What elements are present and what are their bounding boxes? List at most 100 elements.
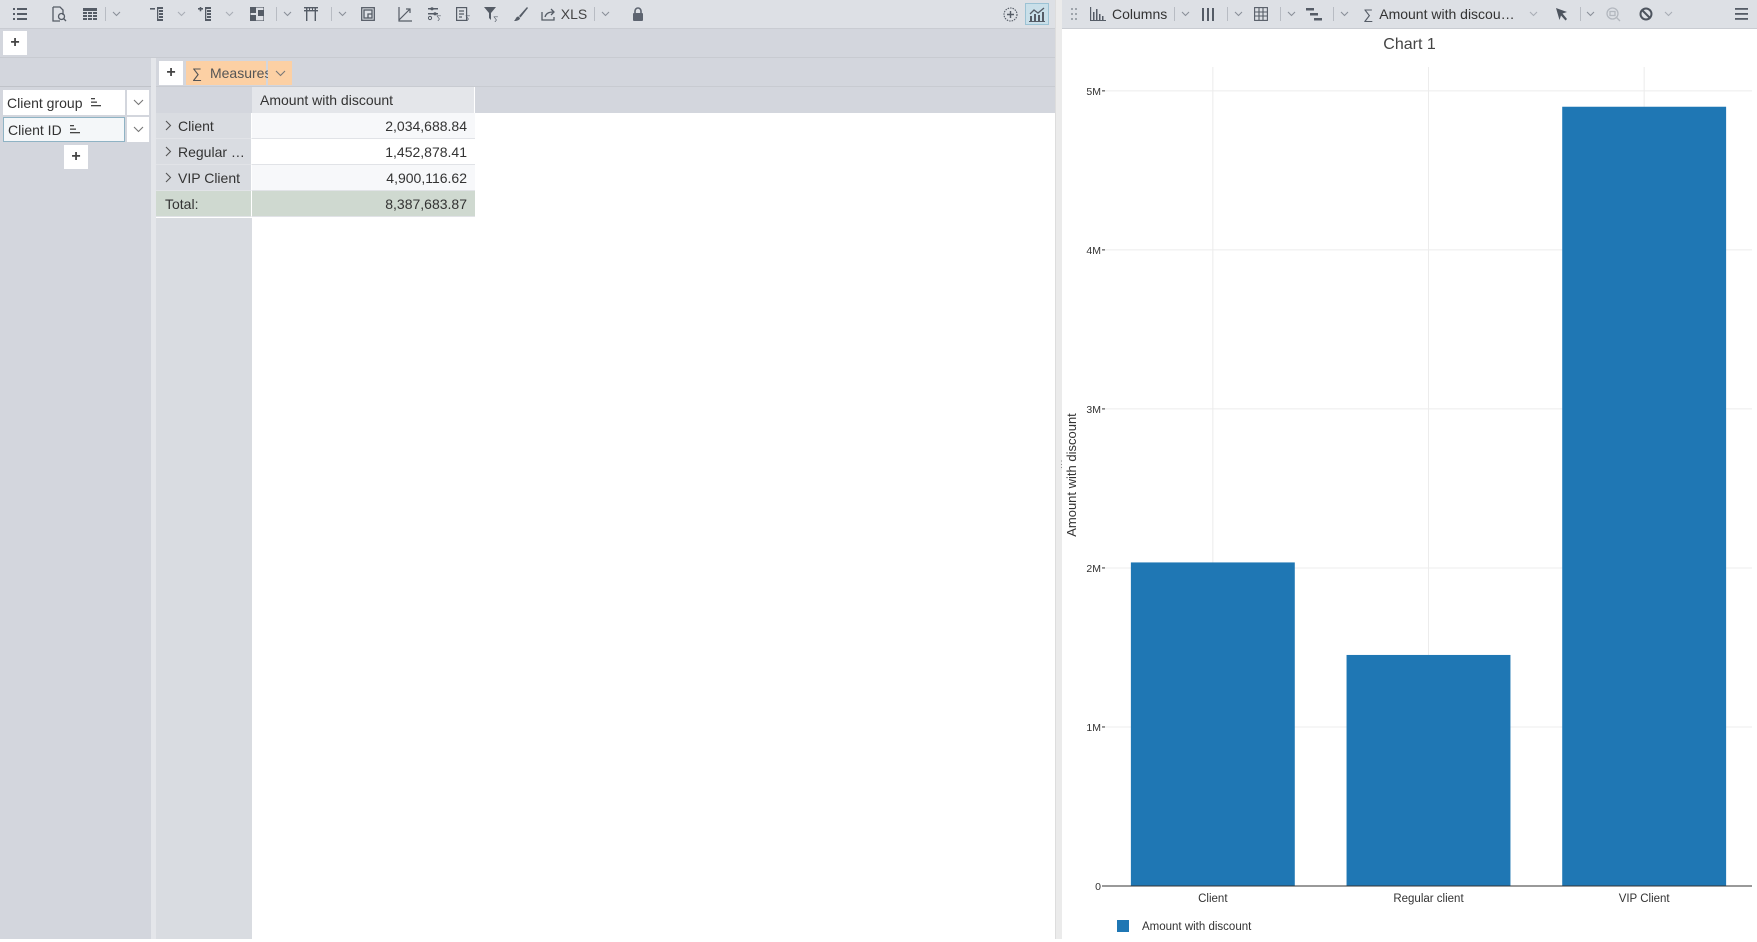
svg-text:∑: ∑: [436, 14, 442, 21]
add-column-field-button[interactable]: +: [159, 61, 183, 85]
value-cell[interactable]: 1,452,878.41: [252, 139, 475, 165]
collapse-rows-icon: [150, 7, 163, 21]
fields-list-button[interactable]: [0, 0, 40, 29]
totals-dropdown[interactable]: [335, 0, 349, 29]
row-header[interactable]: VIP Client: [156, 165, 252, 191]
panel-splitter[interactable]: ⋮: [1055, 0, 1066, 939]
row-label: Regular …: [178, 143, 245, 160]
legend-dropdown[interactable]: [1337, 0, 1351, 29]
table-layout-button[interactable]: [78, 0, 102, 29]
collapse-rows-button[interactable]: [145, 0, 169, 29]
y-tick-label: 4M: [1086, 245, 1101, 257]
column-header-filler: [475, 87, 1055, 113]
expand-rows-icon: [198, 7, 211, 21]
toolbar-separator: [276, 7, 277, 21]
menu-icon: [1734, 8, 1748, 20]
row-header[interactable]: Regular …: [156, 139, 252, 165]
reset-dropdown[interactable]: [1662, 0, 1676, 29]
value-cell[interactable]: 2,034,688.84: [252, 113, 475, 139]
brush-button[interactable]: [505, 0, 537, 29]
bar-chart: 0 1M 2M 3M 4M 5M Client Regular client VIP Clie…: [1064, 67, 1752, 933]
chevron-down-icon: [225, 11, 233, 17]
row-field-client-group[interactable]: Client group: [3, 90, 149, 115]
reset-icon: [1639, 7, 1653, 21]
expand-rows-button[interactable]: [193, 0, 217, 29]
bar-chart-icon: [1090, 7, 1106, 21]
chart-type-button[interactable]: Columns: [1086, 0, 1171, 29]
value-cell[interactable]: 4,900,116.62: [252, 165, 475, 191]
chart-toggle-icon: [1029, 7, 1045, 22]
measure-select[interactable]: ∑ Amount with discou…: [1351, 0, 1520, 29]
toolbar-separator: [1333, 7, 1335, 21]
total-value[interactable]: 8,387,683.87: [252, 191, 475, 217]
data-table-button[interactable]: [1245, 0, 1277, 29]
row-field-label: Client ID: [8, 121, 62, 138]
add-filter-button[interactable]: +: [3, 31, 27, 55]
add-chart-button[interactable]: [995, 0, 1025, 29]
columns-area: + ∑ Measures: [156, 58, 1055, 87]
row-field-dropdown[interactable]: [125, 117, 149, 142]
totals-button[interactable]: [294, 0, 328, 29]
chart-toggle-button[interactable]: [1025, 3, 1049, 25]
grid-layout-button[interactable]: [241, 0, 273, 29]
pointer-button[interactable]: [1547, 0, 1577, 29]
x-tick-label: Client: [1198, 893, 1228, 905]
preview-button[interactable]: [40, 0, 78, 29]
svg-text:∑: ∑: [493, 15, 499, 22]
chevron-down-icon: [133, 99, 143, 106]
legend-label[interactable]: Amount with discount: [1142, 921, 1252, 933]
export-dropdown[interactable]: [598, 0, 612, 29]
stacked-columns-dropdown[interactable]: [1231, 0, 1245, 29]
legend-swatch[interactable]: [1117, 920, 1129, 932]
toolbar-separator: [1579, 7, 1581, 21]
x-axis-ticks: Client Regular client VIP Client: [1105, 885, 1752, 905]
grid-layout-dropdown[interactable]: [280, 0, 294, 29]
bar-client[interactable]: [1130, 562, 1295, 886]
legend-button[interactable]: [1298, 0, 1330, 29]
grid-corner: [156, 87, 252, 113]
chevron-down-icon: [1664, 11, 1673, 17]
y-tick-label: 3M: [1086, 404, 1101, 416]
pointer-dropdown[interactable]: [1584, 0, 1598, 29]
bar-vip-client[interactable]: [1562, 106, 1727, 886]
calculated-fields-button[interactable]: ∑: [449, 0, 479, 29]
toolbar-separator: [1227, 7, 1229, 21]
pointer-icon: [1555, 7, 1567, 20]
chevron-right-icon: [165, 120, 172, 131]
zoom-button[interactable]: [1598, 0, 1630, 29]
table-layout-dropdown[interactable]: [109, 0, 123, 29]
y-tick-label: 0: [1095, 881, 1101, 893]
fit-frame-button[interactable]: [349, 0, 387, 29]
expand-rows-dropdown[interactable]: [217, 0, 241, 29]
lock-button[interactable]: [612, 0, 664, 29]
bar-regular-client[interactable]: [1346, 654, 1511, 886]
row-field-client-id[interactable]: Client ID: [3, 117, 149, 142]
chart-menu-button[interactable]: [1725, 0, 1757, 29]
row-header[interactable]: Client: [156, 113, 252, 139]
collapse-rows-dropdown[interactable]: [169, 0, 193, 29]
data-table-dropdown[interactable]: [1284, 0, 1298, 29]
filter-area: +: [0, 29, 1055, 58]
chart-title: Chart 1: [1383, 36, 1436, 53]
measures-field[interactable]: ∑ Measures: [186, 61, 271, 85]
row-field-dropdown[interactable]: [125, 90, 149, 115]
add-circle-icon: [1002, 6, 1018, 22]
axis-button[interactable]: [387, 0, 423, 29]
chart-type-dropdown[interactable]: [1178, 0, 1192, 29]
chevron-down-icon: [1586, 11, 1595, 17]
row-label: Client: [178, 117, 214, 134]
chart-type-label: Columns: [1112, 6, 1168, 22]
export-button[interactable]: XLS: [537, 0, 591, 29]
add-row-field-button[interactable]: +: [64, 145, 88, 169]
drag-handle[interactable]: [1062, 0, 1086, 29]
reset-button[interactable]: [1630, 0, 1662, 29]
column-header[interactable]: Amount with discount: [252, 87, 475, 113]
toolbar-separator: [1174, 7, 1176, 21]
measures-dropdown[interactable]: [268, 61, 292, 85]
filter-sum-button[interactable]: ∑: [479, 0, 505, 29]
stacked-columns-button[interactable]: [1192, 0, 1224, 29]
measure-dropdown[interactable]: [1521, 0, 1547, 29]
rows-area: [0, 58, 151, 939]
aggregation-settings-button[interactable]: ∑: [423, 0, 449, 29]
chevron-down-icon: [1340, 11, 1349, 17]
